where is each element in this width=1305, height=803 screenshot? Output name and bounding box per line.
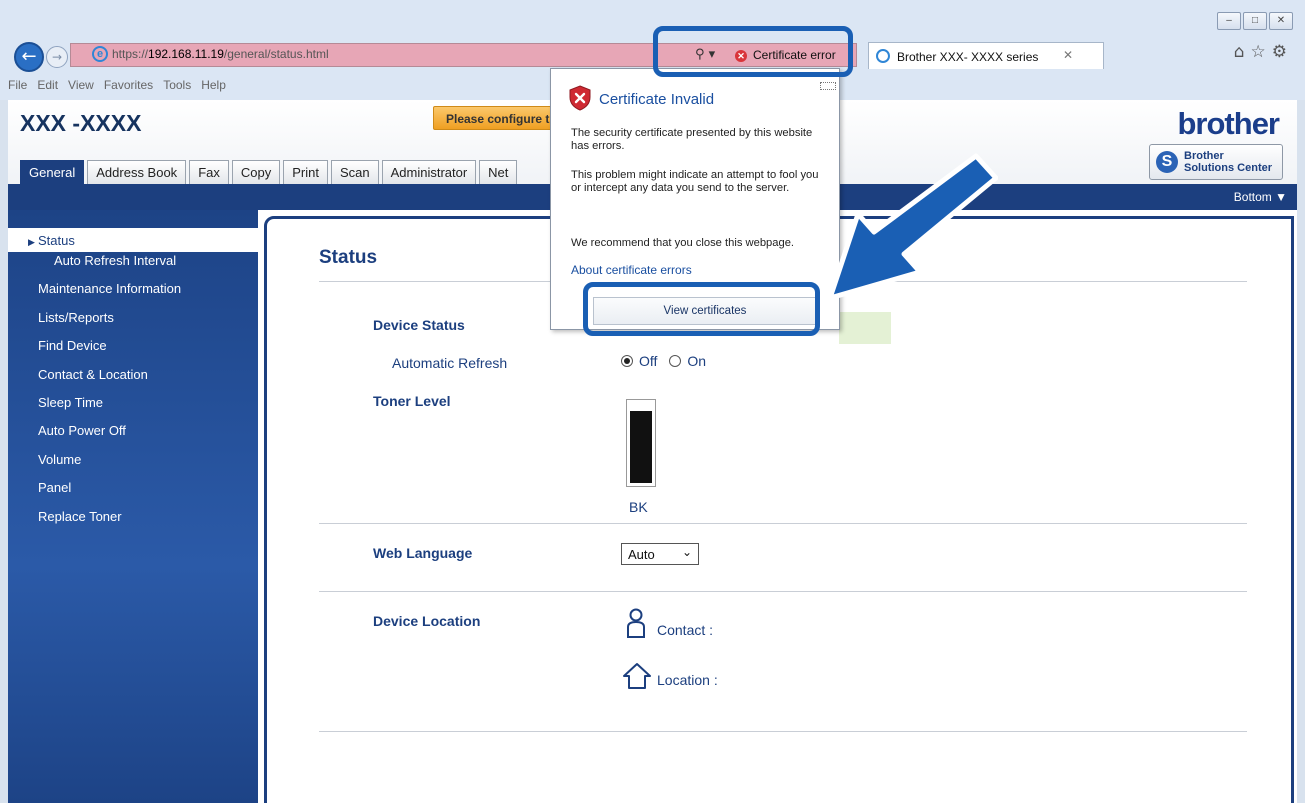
browser-tab[interactable]: Brother XXX- XXXX series ✕ [868, 42, 1104, 69]
sidebar-item-status[interactable]: ▶ Status [8, 228, 258, 252]
window-controls: – □ ✕ [1217, 12, 1293, 30]
model-name: XXX -XXXX [20, 110, 142, 136]
house-icon [623, 663, 651, 689]
tab-scan[interactable]: Scan [330, 160, 379, 184]
cert-error-highlight [653, 26, 853, 77]
tab-general[interactable]: General [20, 160, 85, 184]
sidebar-item-auto-power-off[interactable]: Auto Power Off [8, 422, 258, 450]
language-select-value: Auto [628, 547, 655, 562]
tab-address-book[interactable]: Address Book [87, 160, 187, 184]
configure-button[interactable]: Please configure th [433, 106, 563, 130]
back-arrow-icon[interactable]: ← [14, 42, 44, 72]
solutions-label: Brother Solutions Center [1184, 150, 1272, 174]
language-select[interactable]: Auto ⌄ [621, 543, 699, 565]
brother-logo: brother [1177, 106, 1280, 141]
popup-message-3: We recommend that you close this webpage… [571, 237, 795, 249]
radio-off[interactable] [621, 355, 633, 367]
device-status-label: Device Status [373, 317, 465, 333]
toner-level-label: Toner Level [373, 393, 451, 409]
popup-title: Certificate Invalid [599, 91, 715, 108]
menu-edit[interactable]: Edit [37, 78, 58, 92]
menu-file[interactable]: File [8, 78, 27, 92]
radio-off-label: Off [639, 353, 658, 369]
bottom-link[interactable]: Bottom ▼ [1234, 190, 1287, 204]
ie-logo-icon: e [92, 46, 108, 62]
popup-message-2: This problem might indicate an attempt t… [571, 169, 819, 194]
resize-handle-icon[interactable] [820, 82, 836, 90]
menu-view[interactable]: View [68, 78, 94, 92]
toner-fill [630, 411, 652, 483]
device-location-label: Device Location [373, 613, 481, 629]
menu-favorites[interactable]: Favorites [104, 78, 153, 92]
url-path: /general/status.html [223, 47, 329, 61]
radio-on[interactable] [669, 355, 682, 367]
menu-help[interactable]: Help [201, 78, 226, 92]
divider [319, 523, 1247, 524]
sidebar-item-contact-location[interactable]: Contact & Location [8, 366, 258, 394]
shield-error-icon [569, 85, 591, 111]
sidebar-item-sleep-time[interactable]: Sleep Time [8, 394, 258, 422]
url-host: 192.168.11.19 [148, 47, 224, 61]
tab-network[interactable]: Net [479, 160, 518, 184]
divider [319, 591, 1247, 592]
sidebar-item-replace-toner[interactable]: Replace Toner [8, 508, 258, 536]
tab-title: Brother XXX- XXXX series [897, 50, 1039, 64]
about-cert-errors-link[interactable]: About certificate errors [571, 263, 692, 277]
solutions-label-line2: Solutions Center [1184, 162, 1273, 174]
tab-administrator[interactable]: Administrator [381, 160, 477, 184]
view-certificates-highlight [583, 282, 820, 336]
auto-refresh-radios: Off On [621, 353, 706, 369]
radio-on-label: On [687, 353, 707, 369]
menu-tools[interactable]: Tools [163, 78, 191, 92]
divider [319, 731, 1247, 732]
sidebar-item-maintenance[interactable]: Maintenance Information [8, 280, 258, 308]
toolbar-icons: ⌂ ☆ ⚙ [1234, 42, 1287, 62]
sidebar-item-volume[interactable]: Volume [8, 451, 258, 479]
menu-bar: File Edit View Favorites Tools Help [8, 78, 226, 92]
toner-color-label: BK [629, 499, 648, 515]
solutions-label-line1: Brother [1184, 150, 1224, 162]
maximize-icon[interactable]: □ [1243, 12, 1267, 30]
solutions-center-button[interactable]: S Brother Solutions Center [1149, 144, 1283, 180]
chevron-down-icon: ⌄ [681, 545, 692, 559]
device-status-value [839, 312, 891, 344]
home-icon[interactable]: ⌂ [1234, 42, 1245, 62]
popup-message-1: The security certificate presented by th… [571, 127, 813, 152]
sidebar-item-auto-refresh[interactable]: Auto Refresh Interval [8, 252, 258, 280]
person-icon [627, 608, 645, 638]
tab-copy[interactable]: Copy [231, 160, 281, 184]
star-icon[interactable]: ☆ [1251, 42, 1266, 62]
url-text[interactable]: https://192.168.11.19/general/status.htm… [112, 47, 329, 61]
tab-close-icon[interactable]: ✕ [1063, 48, 1073, 62]
auto-refresh-label: Automatic Refresh [392, 355, 508, 371]
tab-fax[interactable]: Fax [189, 160, 229, 184]
location-label: Location : [657, 672, 718, 688]
gear-icon[interactable]: ⚙ [1272, 42, 1287, 62]
solutions-logo-icon: S [1156, 151, 1178, 173]
sidebar-item-find-device[interactable]: Find Device [8, 337, 258, 365]
sidebar-item-lists-reports[interactable]: Lists/Reports [8, 309, 258, 337]
sidebar-item-label: Status [38, 233, 75, 248]
pointer-arrow-icon [827, 153, 998, 301]
web-language-label: Web Language [373, 545, 473, 561]
ie-tab-icon [876, 49, 890, 63]
caret-right-icon: ▶ [28, 237, 35, 247]
sidebar-item-panel[interactable]: Panel [8, 479, 258, 507]
sidebar-list: ▶ Status Auto Refresh Interval Maintenanc… [8, 210, 258, 536]
sidebar: ▶ Status Auto Refresh Interval Maintenanc… [8, 210, 258, 803]
page-title: Status [319, 247, 378, 268]
close-icon[interactable]: ✕ [1269, 12, 1293, 30]
toner-gauge [626, 399, 656, 487]
minimize-icon[interactable]: – [1217, 12, 1241, 30]
url-scheme: https:// [112, 47, 149, 61]
forward-arrow-icon[interactable]: → [46, 46, 68, 68]
main-tabs: General Address Book Fax Copy Print Scan… [20, 160, 518, 184]
tab-print[interactable]: Print [283, 160, 328, 184]
contact-label: Contact : [657, 622, 714, 638]
